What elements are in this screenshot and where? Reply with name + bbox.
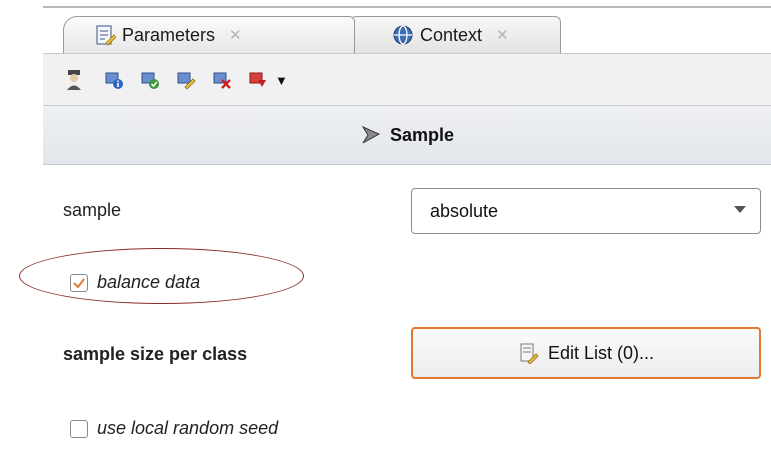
edit-list-button[interactable]: Edit List (0)... — [411, 327, 761, 379]
check-icon[interactable] — [139, 69, 161, 91]
sample-label: sample — [63, 200, 122, 220]
toolbar: ▼ — [43, 53, 771, 106]
tab-bar: Parameters ✕ Context ✕ — [43, 8, 771, 53]
balance-data-row[interactable]: balance data — [70, 272, 200, 293]
sample-select[interactable]: absolute — [411, 188, 761, 234]
section-title: Sample — [389, 124, 455, 145]
tab-context-close-icon[interactable]: ✕ — [496, 26, 509, 44]
local-random-seed-row[interactable]: use local random seed — [70, 418, 278, 439]
checkmark-icon — [73, 277, 85, 289]
operator-section-header: Sample — [43, 105, 771, 165]
edit-list-icon — [518, 342, 540, 364]
balance-data-checkbox[interactable] — [70, 273, 88, 292]
sample-size-label: sample size per class — [63, 344, 248, 364]
operator-icon — [360, 124, 382, 146]
edit-list-label: Edit List (0)... — [547, 342, 655, 363]
delete-icon[interactable] — [211, 69, 233, 91]
globe-icon — [392, 24, 414, 46]
tab-parameters[interactable]: Parameters ✕ — [63, 16, 355, 53]
dropdown-arrow-icon[interactable]: ▼ — [275, 73, 288, 88]
tab-context-label: Context — [420, 24, 483, 45]
tab-context[interactable]: Context ✕ — [343, 16, 561, 53]
export-icon[interactable] — [247, 69, 269, 91]
chevron-down-icon — [734, 206, 746, 213]
edit-icon[interactable] — [175, 69, 197, 91]
sample-select-value: absolute — [430, 200, 499, 221]
local-random-seed-label: use local random seed — [97, 418, 279, 438]
tab-parameters-close-icon[interactable]: ✕ — [229, 26, 242, 44]
tab-parameters-label: Parameters — [122, 24, 216, 45]
expert-mode-icon[interactable] — [63, 69, 85, 91]
local-random-seed-checkbox[interactable] — [70, 419, 88, 438]
info-icon[interactable] — [103, 69, 125, 91]
parameters-icon — [94, 24, 116, 46]
balance-data-label: balance data — [97, 272, 201, 292]
